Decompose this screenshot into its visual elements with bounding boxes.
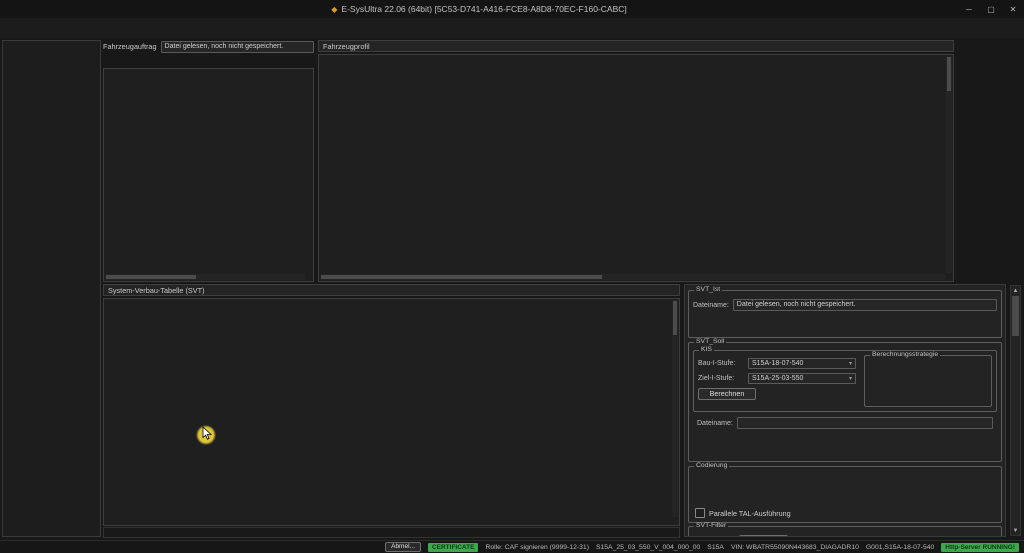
chevron-down-icon: ▾ (849, 360, 852, 367)
bau-i-stufe-label: Bau-I-Stufe: (698, 360, 744, 367)
svt-filter-row: All ▾ SVT Reset (689, 535, 1001, 537)
window-title-wrap: ◆ E-SysUltra 22.06 (64bit) [5C53-D741-A4… (0, 4, 958, 14)
svt-ist-filename-input[interactable]: Datei gelesen, noch nicht gespeichert. (733, 299, 997, 311)
app-icon: ◆ (331, 5, 337, 14)
scroll-thumb[interactable] (673, 301, 677, 335)
toolbar (0, 18, 1024, 38)
svt-filter-group: SVT-Filter All ▾ SVT Reset (688, 526, 1002, 537)
scroll-down-icon[interactable]: ▼ (1011, 526, 1020, 535)
parallele-tal-row: Parallele TAL-Ausführung (689, 508, 1001, 518)
ziel-i-stufe-select[interactable]: S15A-25-03-550 ▾ (748, 373, 856, 384)
svt-control-panel: SVT_Ist Dateiname: Datei gelesen, noch n… (684, 284, 1006, 537)
fahrzeugprofil-panel: Fahrzeugprofil (318, 40, 954, 282)
berechnungsstrategie-title: Berechnungsstrategie (870, 352, 940, 359)
chevron-down-icon: ▾ (849, 375, 852, 382)
profil-vertical-scrollbar[interactable] (946, 56, 952, 273)
svt-soll-filename-label: Dateiname: (697, 420, 733, 427)
abmelden-button[interactable]: Abmel... (385, 542, 421, 552)
berechnen-button[interactable]: Berechnen (698, 388, 756, 400)
svt-panel: System-Verbau-Tabelle (SVT) (103, 284, 680, 538)
right-panel-scrollbar[interactable]: ▲ ▼ (1010, 285, 1021, 536)
ziel-i-stufe-value: S15A-25-03-550 (752, 375, 803, 382)
svt-soll-group: SVT_Soll KIS Bau-I-Stufe: S15A-18-07-540… (688, 342, 1002, 462)
status-bar: Abmel... CERTIFICATE Rolle: CAF signiere… (0, 540, 1024, 553)
http-server-badge: Http-Server RUNNING! (941, 543, 1019, 552)
certificate-badge: CERTIFICATE (428, 543, 479, 552)
bau-i-stufe-value: S15A-18-07-540 (752, 360, 803, 367)
svt-ist-group-title: SVT_Ist (694, 287, 722, 294)
fa-filename-input[interactable]: Datei gelesen, noch nicht gespeichert. (161, 41, 314, 53)
series-status: S15A (707, 544, 724, 551)
maximize-icon[interactable]: ▢ (980, 5, 1002, 14)
berechnungsstrategie-group: Berechnungsstrategie (864, 355, 992, 407)
bau-i-stufe-select[interactable]: S15A-18-07-540 ▾ (748, 358, 856, 369)
fahrzeugauftrag-title: Fahrzeugauftrag (103, 42, 157, 51)
role-status: Rolle: CAF signieren (9999-12-31) (485, 544, 589, 551)
e-sys-window: ◆ E-SysUltra 22.06 (64bit) [5C53-D741-A4… (0, 0, 1024, 552)
fa-tree (103, 68, 314, 282)
vin-status: VIN: WBATR55090N443683_DIAGADR10 (731, 544, 859, 551)
parallele-tal-label: Parallele TAL-Ausführung (709, 509, 791, 518)
fa-button-row (103, 55, 314, 67)
fahrzeugauftrag-panel: Fahrzeugauftrag Datei gelesen, noch nich… (103, 40, 314, 282)
kis-group-title: KIS (699, 347, 714, 354)
scroll-thumb[interactable] (321, 275, 602, 279)
svt-ist-button-row (693, 315, 997, 327)
codierung-group-title: Codierung (694, 463, 729, 470)
svt-soll-filename-row: Dateiname: (693, 417, 997, 429)
window-controls: ─ ▢ ✕ (958, 5, 1024, 14)
svt-ist-group: SVT_Ist Dateiname: Datei gelesen, noch n… (688, 290, 1002, 338)
ziel-i-stufe-row: Ziel-I-Stufe: S15A-25-03-550 ▾ (698, 373, 856, 384)
scroll-thumb[interactable] (947, 57, 951, 91)
svt-filter-select[interactable]: All ▾ (693, 536, 735, 538)
fahrzeugprofil-tree (318, 54, 954, 282)
istufe-status: S15A_25_03_550_V_004_000_00 (596, 544, 700, 551)
title-bar: ◆ E-SysUltra 22.06 (64bit) [5C53-D741-A4… (0, 0, 1024, 19)
ziel-i-stufe-label: Ziel-I-Stufe: (698, 375, 744, 382)
fahrzeugprofil-title: Fahrzeugprofil (318, 40, 954, 52)
svt-soll-button-row (693, 431, 997, 443)
svt-reset-button[interactable]: SVT Reset (739, 535, 788, 537)
codierung-row2 (689, 491, 1001, 503)
sidebar (2, 40, 101, 537)
minimize-icon[interactable]: ─ (958, 5, 980, 14)
svt-soll-filename-input[interactable] (737, 417, 993, 429)
scroll-thumb[interactable] (106, 275, 196, 279)
sidebar-bottom-buttons (3, 533, 100, 536)
target-istufe-status: G001,S15A-18-07-540 (866, 544, 934, 551)
profil-horizontal-scrollbar[interactable] (320, 274, 945, 280)
svt-soll-extra-buttons (689, 446, 1001, 458)
scroll-thumb[interactable] (1012, 296, 1019, 336)
svt-soll-group-title: SVT_Soll (694, 339, 726, 346)
svt-ist-filename-row: Dateiname: Datei gelesen, noch nicht ges… (689, 299, 1001, 311)
window-title: E-SysUltra 22.06 (64bit) [5C53-D741-A416… (341, 4, 626, 14)
svt-legend (103, 527, 680, 538)
svt-ist-filename-label: Dateiname: (693, 302, 729, 309)
svt-tree (103, 298, 680, 526)
fa-header: Fahrzeugauftrag Datei gelesen, noch nich… (103, 40, 314, 53)
kis-group: KIS Bau-I-Stufe: S15A-18-07-540 ▾ Ziel-I… (693, 350, 997, 412)
svt-filter-group-title: SVT-Filter (694, 523, 728, 530)
parallele-tal-checkbox[interactable] (695, 508, 705, 518)
close-icon[interactable]: ✕ (1002, 5, 1024, 14)
svt-title: System-Verbau-Tabelle (SVT) (103, 284, 680, 296)
scroll-up-icon[interactable]: ▲ (1011, 286, 1020, 295)
kis-left-column: Bau-I-Stufe: S15A-18-07-540 ▾ Ziel-I-Stu… (698, 358, 856, 400)
sidebar-items (3, 41, 100, 533)
fa-horizontal-scrollbar[interactable] (105, 274, 305, 280)
svt-vertical-scrollbar[interactable] (672, 300, 678, 517)
codierung-row1 (689, 475, 1001, 487)
bau-i-stufe-row: Bau-I-Stufe: S15A-18-07-540 ▾ (698, 358, 856, 369)
codierung-group: Codierung Parallele TAL-Ausführung (688, 466, 1002, 523)
